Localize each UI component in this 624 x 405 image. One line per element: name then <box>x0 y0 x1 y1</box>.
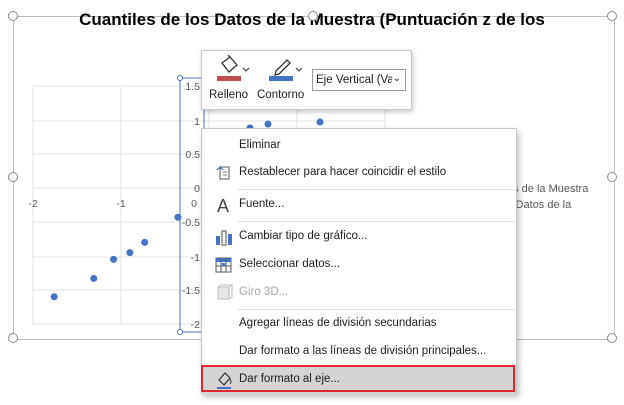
fill-button[interactable]: Relleno <box>209 54 250 105</box>
y-tick-label: -2 <box>191 319 200 331</box>
resize-handle-top-left[interactable] <box>8 11 18 21</box>
mini-format-toolbar: Relleno Contorno Eje Vertical (Va ⌄ <box>201 50 412 110</box>
chart-element-dropdown[interactable]: Eje Vertical (Va ⌄ <box>312 69 406 91</box>
select-data-icon <box>215 257 232 273</box>
context-menu: Eliminar Restablecer para hacer coincidi… <box>201 128 517 394</box>
menu-item-change-chart-type[interactable]: Cambiar tipo de gráfico... <box>202 223 516 251</box>
menu-item-label: Fuente... <box>239 198 285 210</box>
menu-item-label: Restablecer para hacer coincidir el esti… <box>239 166 447 178</box>
data-point[interactable] <box>110 255 118 263</box>
axis-selection-handle[interactable] <box>177 75 183 81</box>
menu-item-reset-style[interactable]: Restablecer para hacer coincidir el esti… <box>202 159 516 187</box>
menu-item-label: Eliminar <box>239 139 281 151</box>
rotation-3d-icon <box>217 284 234 300</box>
resize-handle-middle-right[interactable] <box>607 172 617 182</box>
font-icon: A <box>217 196 229 215</box>
resize-handle-middle-left[interactable] <box>8 172 18 182</box>
menu-item-label: Agregar líneas de división secundarias <box>239 317 437 329</box>
outline-button[interactable]: Contorno <box>257 55 306 105</box>
y-tick-label: 1 <box>194 116 200 128</box>
x-axis-tick-labels: -2 -1 0 <box>28 198 197 210</box>
legend[interactable]: os de la Muestra s Datos de la <box>507 181 588 213</box>
menu-item-label: Cambiar tipo de gráfico... <box>239 230 368 242</box>
resize-handle-top-right[interactable] <box>607 11 617 21</box>
y-tick-label: 0.5 <box>185 149 200 161</box>
data-point[interactable] <box>126 249 134 257</box>
fill-label: Relleno <box>209 89 248 101</box>
menu-item-add-minor-gridlines[interactable]: Agregar líneas de división secundarias <box>202 310 516 338</box>
legend-line-1: os de la Muestra <box>507 183 589 195</box>
resize-handle-bottom-right[interactable] <box>607 333 617 343</box>
chevron-down-icon: ⌄ <box>392 73 401 84</box>
menu-separator <box>238 189 514 190</box>
data-point[interactable] <box>50 293 58 301</box>
chart-element-value: Eje Vertical (Va <box>316 74 392 86</box>
menu-item-3d-rotation: Giro 3D... <box>202 279 516 307</box>
menu-item-label: Dar formato a las líneas de división pri… <box>239 345 487 357</box>
menu-item-label: Giro 3D... <box>239 286 289 298</box>
chart-type-icon <box>216 230 232 246</box>
menu-item-delete[interactable]: Eliminar <box>202 132 516 160</box>
svg-text:A: A <box>217 196 229 215</box>
fill-bucket-icon <box>217 54 250 81</box>
menu-item-label: Seleccionar datos... <box>239 258 341 270</box>
outline-label: Contorno <box>257 89 305 101</box>
resize-handle-bottom-left[interactable] <box>8 333 18 343</box>
menu-item-font[interactable]: A Fuente... <box>202 191 516 219</box>
data-point[interactable] <box>174 213 182 221</box>
data-point[interactable] <box>316 118 324 126</box>
axis-selection-handle[interactable] <box>177 329 183 335</box>
reset-style-icon <box>216 166 230 180</box>
y-tick-label: -1 <box>191 252 200 264</box>
format-axis-icon <box>217 372 232 389</box>
resize-handle-top-center[interactable] <box>308 11 318 21</box>
y-tick-label: -1.5 <box>182 285 200 297</box>
y-tick-label: -0.5 <box>182 217 200 229</box>
menu-separator <box>238 221 514 222</box>
y-tick-label: 0 <box>194 183 200 195</box>
data-point[interactable] <box>141 238 149 246</box>
data-point[interactable] <box>264 120 272 128</box>
y-tick-label: 1.5 <box>185 81 200 93</box>
menu-item-format-major-gridlines[interactable]: Dar formato a las líneas de división pri… <box>202 338 516 366</box>
menu-item-format-axis[interactable]: Dar formato al eje... <box>202 366 516 394</box>
data-point[interactable] <box>90 274 98 282</box>
x-tick-label: 0 <box>191 198 197 210</box>
menu-item-label: Dar formato al eje... <box>239 373 340 385</box>
x-tick-label: -1 <box>116 198 125 210</box>
outline-pen-icon <box>269 59 303 81</box>
x-tick-label: -2 <box>28 198 37 210</box>
menu-item-select-data[interactable]: Seleccionar datos... <box>202 251 516 279</box>
